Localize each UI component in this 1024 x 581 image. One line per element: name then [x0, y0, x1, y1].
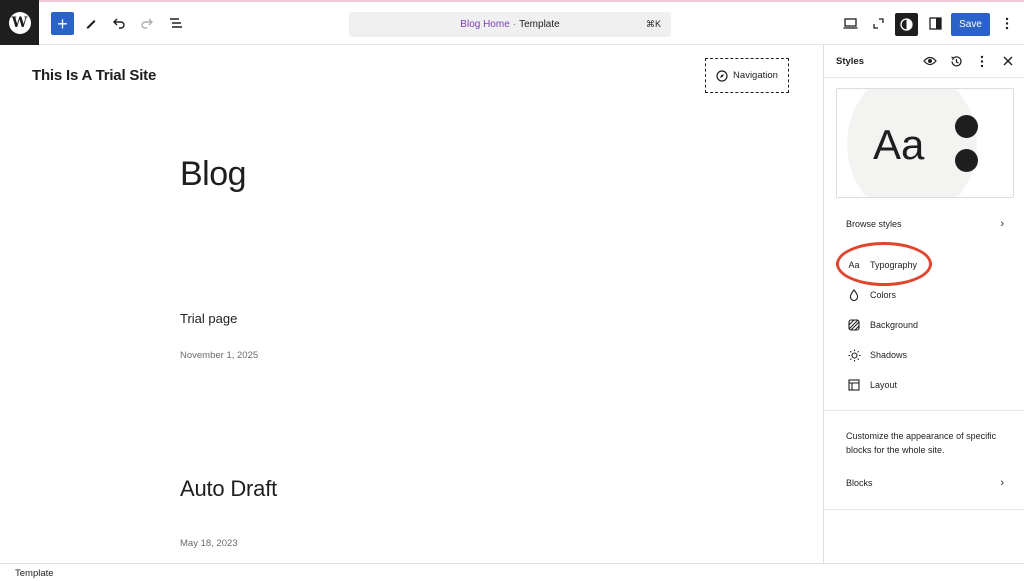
list-view-icon — [170, 18, 182, 28]
droplet-icon — [846, 289, 862, 301]
blocks-description: Customize the appearance of specific blo… — [846, 431, 997, 455]
chevron-right-icon: › — [1000, 218, 1004, 230]
preview-color-swatch — [955, 115, 978, 138]
page-title[interactable]: Blog — [180, 155, 247, 194]
command-center-title: Blog Home — [460, 19, 510, 30]
styles-toggle-button[interactable] — [895, 13, 918, 36]
typography-icon: Aa — [848, 260, 860, 270]
redo-icon — [141, 18, 153, 29]
contrast-icon — [900, 18, 913, 31]
style-preview[interactable]: Aa — [836, 88, 1014, 198]
sidebar-more-button[interactable] — [974, 53, 990, 69]
expand-icon — [872, 17, 884, 29]
options-menu-button[interactable] — [995, 11, 1019, 35]
editor-canvas[interactable]: This Is A Trial Site Navigation Blog Tri… — [0, 45, 824, 563]
desktop-icon — [843, 17, 857, 29]
add-block-button[interactable]: + — [51, 12, 74, 35]
undo-button[interactable] — [107, 11, 131, 35]
wordpress-logo-button[interactable]: W — [0, 0, 39, 46]
sidebar-item-label: Background — [870, 320, 919, 330]
editor-top-toolbar: W + Blog Home · Template ⌘K Save — [0, 0, 1024, 46]
undo-icon — [113, 18, 125, 29]
sidebar-item-typography[interactable]: Aa Typography — [824, 252, 1024, 278]
sidebar-icon — [928, 16, 942, 30]
layout-icon — [846, 379, 862, 391]
zoom-out-button[interactable] — [866, 11, 890, 35]
save-button[interactable]: Save — [951, 13, 990, 36]
more-vertical-icon — [980, 55, 984, 67]
breadcrumb-template[interactable]: Template — [15, 568, 54, 579]
settings-sidebar-button[interactable] — [923, 11, 947, 35]
preview-color-swatch — [955, 149, 978, 172]
background-icon — [846, 319, 862, 331]
navigation-label: Navigation — [733, 70, 778, 81]
sun-icon — [846, 349, 862, 362]
redo-button[interactable] — [135, 11, 159, 35]
sidebar-divider — [824, 509, 1024, 510]
history-icon — [950, 55, 962, 66]
preview-typography-sample: Aa — [873, 121, 925, 168]
close-icon — [1003, 56, 1013, 66]
sidebar-item-background[interactable]: Background — [824, 312, 1024, 338]
navigation-block[interactable]: Navigation — [705, 58, 789, 93]
tools-pencil-button[interactable] — [79, 11, 103, 35]
style-book-button[interactable] — [922, 53, 938, 69]
command-center[interactable]: Blog Home · Template ⌘K — [349, 12, 671, 37]
sidebar-header: Styles — [824, 45, 1024, 78]
chevron-right-icon: › — [1000, 477, 1004, 489]
post-title[interactable]: Auto Draft — [180, 476, 277, 502]
sidebar-item-layout[interactable]: Layout — [824, 372, 1024, 398]
sidebar-item-colors[interactable]: Colors — [824, 282, 1024, 308]
device-preview-button[interactable] — [838, 11, 862, 35]
revisions-button[interactable] — [948, 53, 964, 69]
site-title[interactable]: This Is A Trial Site — [32, 67, 156, 84]
post-date: May 18, 2023 — [180, 538, 238, 549]
sidebar-item-shadows[interactable]: Shadows — [824, 342, 1024, 368]
sidebar-divider — [824, 410, 1024, 411]
command-center-shortcut: ⌘K — [645, 19, 661, 29]
browse-styles-label: Browse styles — [846, 219, 902, 229]
styles-sidebar: Styles Aa Browse styles › Aa Typography … — [823, 45, 1024, 563]
pencil-icon — [86, 20, 96, 29]
sidebar-item-label: Layout — [870, 380, 898, 390]
post-date: November 1, 2025 — [180, 350, 259, 361]
eye-icon — [923, 56, 937, 66]
sidebar-item-label: Typography — [870, 260, 918, 270]
document-overview-button[interactable] — [164, 11, 188, 35]
compass-icon — [716, 69, 728, 82]
blocks-button[interactable]: Blocks › — [824, 470, 1024, 496]
sidebar-item-label: Shadows — [870, 350, 908, 360]
sidebar-title: Styles — [836, 56, 864, 67]
sidebar-item-label: Colors — [870, 290, 897, 300]
browse-styles-button[interactable]: Browse styles › — [824, 211, 1024, 237]
post-title[interactable]: Trial page — [180, 311, 237, 326]
block-breadcrumb-bar: Template — [0, 563, 1024, 581]
wordpress-logo-icon: W — [8, 12, 31, 34]
blocks-label: Blocks — [846, 478, 873, 488]
command-center-separator: · — [512, 19, 517, 30]
close-sidebar-button[interactable] — [1000, 53, 1016, 69]
command-center-type: Template — [519, 19, 560, 30]
more-vertical-icon — [1005, 17, 1009, 29]
